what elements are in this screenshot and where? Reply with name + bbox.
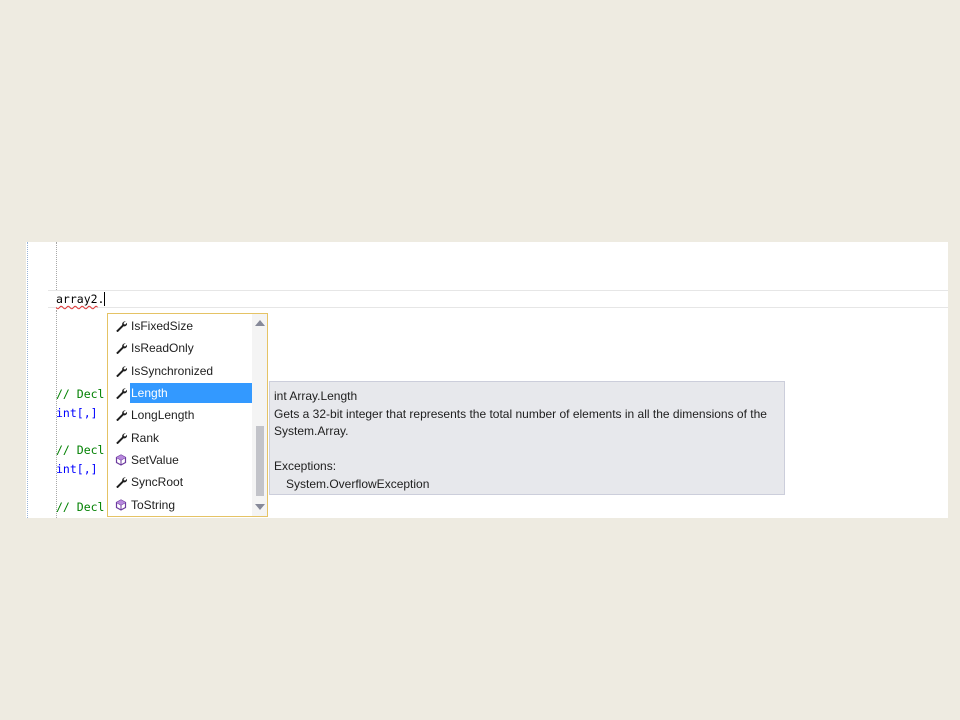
code-line-current[interactable]: array2.	[56, 290, 106, 308]
property-wrench-icon	[112, 363, 130, 379]
completion-item-label: LongLength	[131, 408, 195, 423]
quick-info-tooltip: int Array.Length Gets a 32-bit integer t…	[269, 381, 785, 495]
text-caret	[104, 292, 106, 306]
property-wrench-icon	[112, 318, 130, 334]
completion-scrollbar[interactable]	[252, 314, 267, 516]
code-line-comment[interactable]: // Decl	[56, 385, 104, 403]
completion-item-label: IsSynchronized	[131, 363, 214, 378]
completion-item[interactable]: IsReadOnly	[108, 337, 252, 359]
tooltip-signature: int Array.Length	[274, 389, 358, 403]
property-wrench-icon	[112, 430, 130, 446]
completion-item-label: SyncRoot	[131, 475, 184, 490]
tooltip-description: Gets a 32-bit integer that represents th…	[274, 406, 767, 421]
completion-item[interactable]: Length	[108, 382, 252, 404]
editor-margin	[27, 242, 28, 518]
property-wrench-icon	[112, 340, 130, 356]
current-line-highlight	[48, 290, 948, 308]
tooltip-description: System.Array.	[274, 424, 349, 438]
completion-item-label: ToString	[131, 497, 176, 512]
completion-item-label: Rank	[131, 430, 160, 445]
method-cube-icon	[112, 452, 130, 468]
code-line-comment[interactable]: // Decl	[56, 498, 104, 516]
completion-item[interactable]: SyncRoot	[108, 471, 252, 493]
completion-items: IsFixedSize IsReadOnly IsSynchronized Lengt…	[108, 315, 252, 516]
intellisense-completion-list[interactable]: IsFixedSize IsReadOnly IsSynchronized Lengt…	[107, 313, 268, 517]
completion-item-label: IsReadOnly	[131, 341, 194, 356]
method-cube-icon	[112, 497, 130, 513]
completion-item[interactable]: IsFixedSize	[108, 315, 252, 337]
completion-item-label: SetValue	[131, 452, 179, 467]
code-line-declaration[interactable]: int[,]	[56, 404, 98, 422]
code-line-comment[interactable]: // Decl	[56, 441, 104, 459]
completion-item[interactable]: IsSynchronized	[108, 360, 252, 382]
completion-item[interactable]: SetValue	[108, 449, 252, 471]
indent-guide	[56, 242, 57, 290]
scroll-down-arrow-icon[interactable]	[255, 504, 265, 510]
code-line-declaration[interactable]: int[,]	[56, 460, 98, 478]
completion-item[interactable]: Rank	[108, 426, 252, 448]
completion-item[interactable]: LongLength	[108, 404, 252, 426]
tooltip-exception: System.OverflowException	[286, 476, 430, 491]
tooltip-exceptions-label: Exceptions:	[274, 459, 337, 473]
error-identifier: array2	[56, 292, 98, 306]
completion-item-label: Length	[130, 383, 252, 404]
property-wrench-icon	[112, 474, 130, 490]
scroll-up-arrow-icon[interactable]	[255, 320, 265, 326]
scroll-thumb[interactable]	[256, 426, 264, 496]
completion-item-label: IsFixedSize	[131, 319, 194, 334]
property-wrench-icon	[112, 407, 130, 423]
tooltip-spacer	[274, 441, 780, 459]
member-access-dot: .	[97, 292, 105, 306]
property-wrench-icon	[112, 385, 130, 401]
completion-item[interactable]: ToString	[108, 493, 252, 515]
